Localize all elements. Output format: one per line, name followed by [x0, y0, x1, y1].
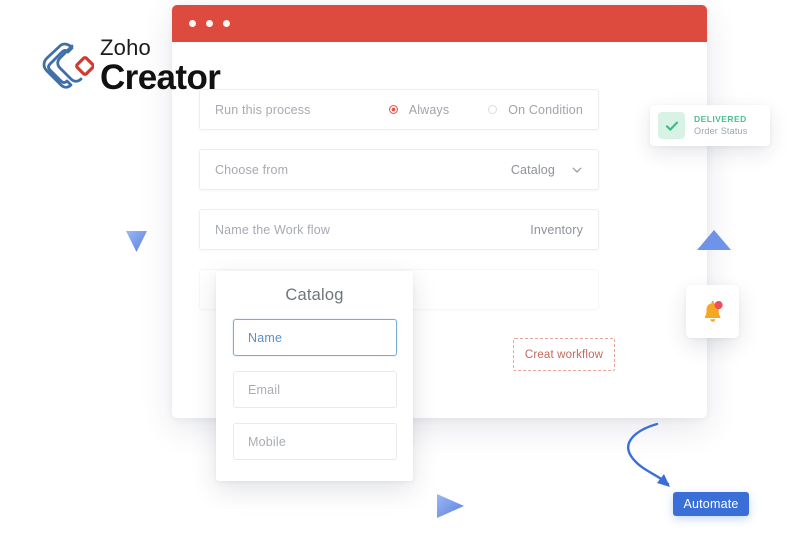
catalog-card: Catalog Name Email Mobile [216, 271, 413, 481]
zoho-creator-logo: Zoho Creator [34, 35, 224, 100]
triangle-right-bottom [437, 494, 464, 518]
field-value-name-the-workflow: Inventory [530, 222, 583, 237]
delivered-status-badge: DELIVERED Order Status [650, 105, 770, 146]
field-label-run-this-process: Run this process [215, 102, 311, 117]
automate-button-label: Automate [683, 497, 739, 511]
field-name-the-workflow[interactable]: Name the Work flow Inventory [199, 209, 599, 250]
notification-dot-icon [714, 300, 723, 309]
radio-label-always: Always [408, 102, 450, 117]
window-titlebar [172, 5, 707, 42]
illustration-canvas: Run this process Always On Condition Cho… [0, 0, 800, 533]
radio-group-run-mode: Always On Condition [388, 102, 583, 117]
catalog-field-name-placeholder: Name [248, 330, 283, 345]
create-workflow-chip[interactable]: Creat workflow [513, 338, 615, 371]
delivered-text-group: DELIVERED Order Status [694, 114, 747, 137]
delivered-status-text: DELIVERED [694, 114, 747, 125]
catalog-field-email[interactable]: Email [233, 371, 397, 408]
catalog-field-name[interactable]: Name [233, 319, 397, 356]
triangle-down-left [126, 231, 147, 252]
notification-card[interactable] [686, 285, 739, 338]
delivered-caption-text: Order Status [694, 125, 748, 136]
automate-button[interactable]: Automate [673, 492, 749, 516]
chevron-down-icon[interactable] [571, 164, 583, 176]
catalog-field-email-placeholder: Email [248, 382, 281, 397]
brand-name-bottom: Creator [100, 58, 221, 97]
catalog-field-mobile-placeholder: Mobile [248, 434, 287, 449]
create-workflow-label: Creat workflow [524, 348, 604, 361]
field-run-this-process[interactable]: Run this process Always On Condition [199, 89, 599, 130]
bell-icon [704, 300, 723, 322]
radio-on-condition[interactable] [488, 105, 498, 114]
radio-label-on-condition: On Condition [508, 102, 583, 117]
window-dot-1[interactable] [189, 20, 196, 27]
field-choose-from[interactable]: Choose from Catalog [199, 149, 599, 190]
catalog-card-title: Catalog [285, 286, 344, 304]
field-value-choose-from: Catalog [510, 162, 555, 177]
catalog-field-mobile[interactable]: Mobile [233, 423, 397, 460]
check-icon [658, 112, 685, 139]
field-label-name-the-workflow: Name the Work flow [215, 222, 331, 237]
zoho-creator-wordmark: Zoho Creator [100, 35, 221, 97]
zoho-creator-logo-icon [42, 42, 94, 89]
window-dot-2[interactable] [206, 20, 213, 27]
window-dot-3[interactable] [223, 20, 230, 27]
automate-pointer-arrow [627, 422, 670, 487]
field-label-choose-from: Choose from [215, 162, 289, 177]
brand-name-top: Zoho [100, 35, 151, 60]
radio-always[interactable] [388, 105, 398, 114]
